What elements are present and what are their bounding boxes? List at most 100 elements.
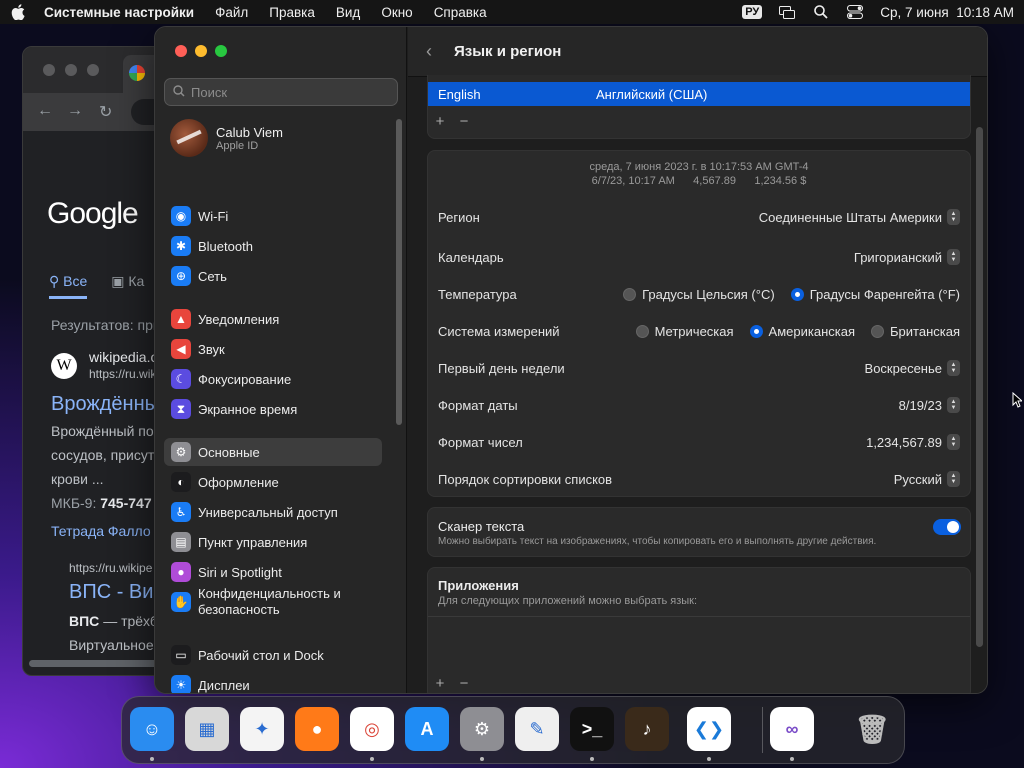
add-app-button[interactable]: +: [428, 675, 452, 692]
trash-icon[interactable]: 🗑: [850, 707, 894, 751]
sidebar-item-display[interactable]: ☀ Дисплеи: [164, 671, 382, 693]
google-logo[interactable]: Google: [47, 197, 139, 231]
date-format-select[interactable]: 8/19/23 ▲ ▼: [899, 397, 960, 413]
reload-icon[interactable]: ↻: [99, 102, 112, 122]
close-button[interactable]: [175, 45, 187, 57]
page-header: ‹ Язык и регион: [408, 27, 987, 77]
search-input[interactable]: [191, 84, 381, 100]
sidebar-item-speaker[interactable]: ◀ Звук: [164, 335, 382, 363]
menu-file[interactable]: Файл: [215, 5, 248, 20]
system-settings-icon[interactable]: ⚙: [460, 707, 504, 751]
running-indicator: [590, 757, 594, 761]
profile-sub: Apple ID: [216, 139, 259, 152]
sidebar-item-network[interactable]: ⊕ Сеть: [164, 262, 382, 290]
zoom-button[interactable]: [215, 45, 227, 57]
sidebar-item-moon[interactable]: ☾ Фокусирование: [164, 365, 382, 393]
sidebar-item-bluetooth[interactable]: ✱ Bluetooth: [164, 232, 382, 260]
tab-images[interactable]: ▣ Ка: [111, 273, 144, 299]
menu-view[interactable]: Вид: [336, 5, 360, 20]
apple-menu-icon[interactable]: [10, 4, 26, 20]
textedit-icon[interactable]: ✎: [515, 707, 559, 751]
calendar-select[interactable]: Григорианский ▲ ▼: [854, 249, 960, 265]
horizontal-scrollbar[interactable]: [29, 660, 169, 667]
sidebar-item-label: Конфиденциальность и безопасность: [198, 586, 341, 617]
menu-window[interactable]: Окно: [381, 5, 412, 20]
sidebar-item-label: Универсальный доступ: [198, 504, 338, 520]
result2-url[interactable]: https://ru.wikipe: [69, 561, 152, 575]
running-indicator: [707, 757, 711, 761]
back-chevron-icon[interactable]: ‹: [426, 41, 440, 62]
result2-snippet2: Виртуальное: [69, 637, 154, 653]
add-language-button[interactable]: +: [428, 113, 452, 130]
first-day-select[interactable]: Воскресенье ▲ ▼: [865, 360, 960, 376]
result-sublink[interactable]: Тетрада Фалло: [51, 523, 151, 539]
settings-main: ‹ Язык и регион English Английский (США)…: [408, 27, 987, 693]
browser-close-button[interactable]: [43, 64, 55, 76]
radio-button-off: [871, 324, 885, 338]
result-title[interactable]: Врождённы: [51, 393, 159, 416]
radio-metric[interactable]: Метрическая: [635, 324, 734, 339]
clock[interactable]: Ср, 7 июня 10:18 AM: [880, 5, 1014, 20]
radio-button-on: [790, 287, 804, 301]
radio-celsius[interactable]: Градусы Цельсия (°C): [623, 287, 775, 302]
sidebar-item-siri[interactable]: ● Siri и Spotlight: [164, 558, 382, 586]
visual-studio-icon[interactable]: ∞: [770, 707, 814, 751]
radio-us[interactable]: Американская: [749, 324, 855, 339]
browser-zoom-button[interactable]: [87, 64, 99, 76]
wikipedia-w-icon: W: [51, 353, 77, 379]
region-select[interactable]: Соединенные Штаты Америки ▲ ▼: [759, 209, 960, 225]
spotlight-search-icon[interactable]: [812, 5, 830, 19]
finder-icon[interactable]: ☺: [130, 707, 174, 751]
sidebar-item-control-center[interactable]: ▤ Пункт управления: [164, 528, 382, 556]
chevron-updown-icon: ▲ ▼: [947, 434, 960, 450]
safari-icon[interactable]: ✦: [240, 707, 284, 751]
sort-order-select[interactable]: Русский ▲ ▼: [894, 471, 960, 487]
launchpad-icon[interactable]: ▦: [185, 707, 229, 751]
minimize-button[interactable]: [195, 45, 207, 57]
browser-minimize-button[interactable]: [65, 64, 77, 76]
apple-id-profile[interactable]: Calub Viem Apple ID: [170, 119, 283, 157]
result-url[interactable]: https://ru.wiki: [89, 367, 159, 381]
menu-help[interactable]: Справка: [434, 5, 487, 20]
radio-fahrenheit[interactable]: Градусы Фаренгейта (°F): [790, 287, 960, 302]
firefox-icon[interactable]: ●: [295, 707, 339, 751]
sidebar-item-gear[interactable]: ⚙ Основные: [164, 438, 382, 466]
temperature-label: Температура: [438, 286, 517, 302]
terminal-icon[interactable]: >_: [570, 707, 614, 751]
sidebar-item-hourglass[interactable]: ⧗ Экранное время: [164, 395, 382, 423]
main-scrollbar[interactable]: [976, 127, 983, 647]
radio-uk[interactable]: Британская: [871, 324, 960, 339]
sort-order-label: Порядок сортировки списков: [438, 471, 613, 487]
app-store-icon[interactable]: A: [405, 707, 449, 751]
sidebar-item-accessibility[interactable]: ♿ Универсальный доступ: [164, 498, 382, 526]
result-site[interactable]: wikipedia.o: [89, 349, 158, 365]
sidebar-item-wifi[interactable]: ◉ Wi-Fi: [164, 202, 382, 230]
remove-app-button[interactable]: −: [452, 675, 476, 692]
garageband-icon[interactable]: ♪: [625, 707, 669, 751]
language-row-english[interactable]: English Английский (США): [428, 82, 970, 106]
tab-all[interactable]: ⚲ Все: [49, 273, 88, 299]
chrome-icon[interactable]: ◎: [350, 707, 394, 751]
date-format-row: Формат даты 8/19/23 ▲ ▼: [438, 394, 960, 416]
menu-edit[interactable]: Правка: [269, 5, 315, 20]
input-source-badge[interactable]: РУ: [742, 5, 763, 19]
sidebar-item-bell[interactable]: ▲ Уведомления: [164, 305, 382, 333]
settings-search[interactable]: [164, 78, 398, 106]
display-icon: ☀: [171, 675, 191, 693]
sidebar-item-desktop-dock[interactable]: ▭ Рабочий стол и Dock: [164, 641, 382, 669]
temperature-row: Температура Градусы Цельсия (°C) Градусы…: [438, 283, 960, 305]
sidebar-item-appearance[interactable]: ◐ Оформление: [164, 468, 382, 496]
live-text-toggle[interactable]: [933, 519, 961, 535]
app-name-menu[interactable]: Системные настройки: [44, 5, 194, 20]
vscode-icon[interactable]: ❮❯: [687, 707, 731, 751]
remove-language-button[interactable]: −: [452, 113, 476, 130]
result2-title[interactable]: ВПС - Ви: [69, 581, 153, 604]
forward-arrow-icon[interactable]: →: [67, 102, 83, 120]
radio-button-off: [635, 324, 649, 338]
number-format-select[interactable]: 1,234,567.89 ▲ ▼: [866, 434, 960, 450]
sidebar-scrollbar[interactable]: [396, 119, 402, 425]
sidebar-item-privacy-hand[interactable]: ✋ Конфиденциальность и безопасность: [164, 584, 382, 620]
screen-mirroring-icon[interactable]: [778, 5, 796, 19]
control-center-icon[interactable]: [846, 5, 864, 19]
back-arrow-icon[interactable]: ←: [37, 102, 53, 120]
